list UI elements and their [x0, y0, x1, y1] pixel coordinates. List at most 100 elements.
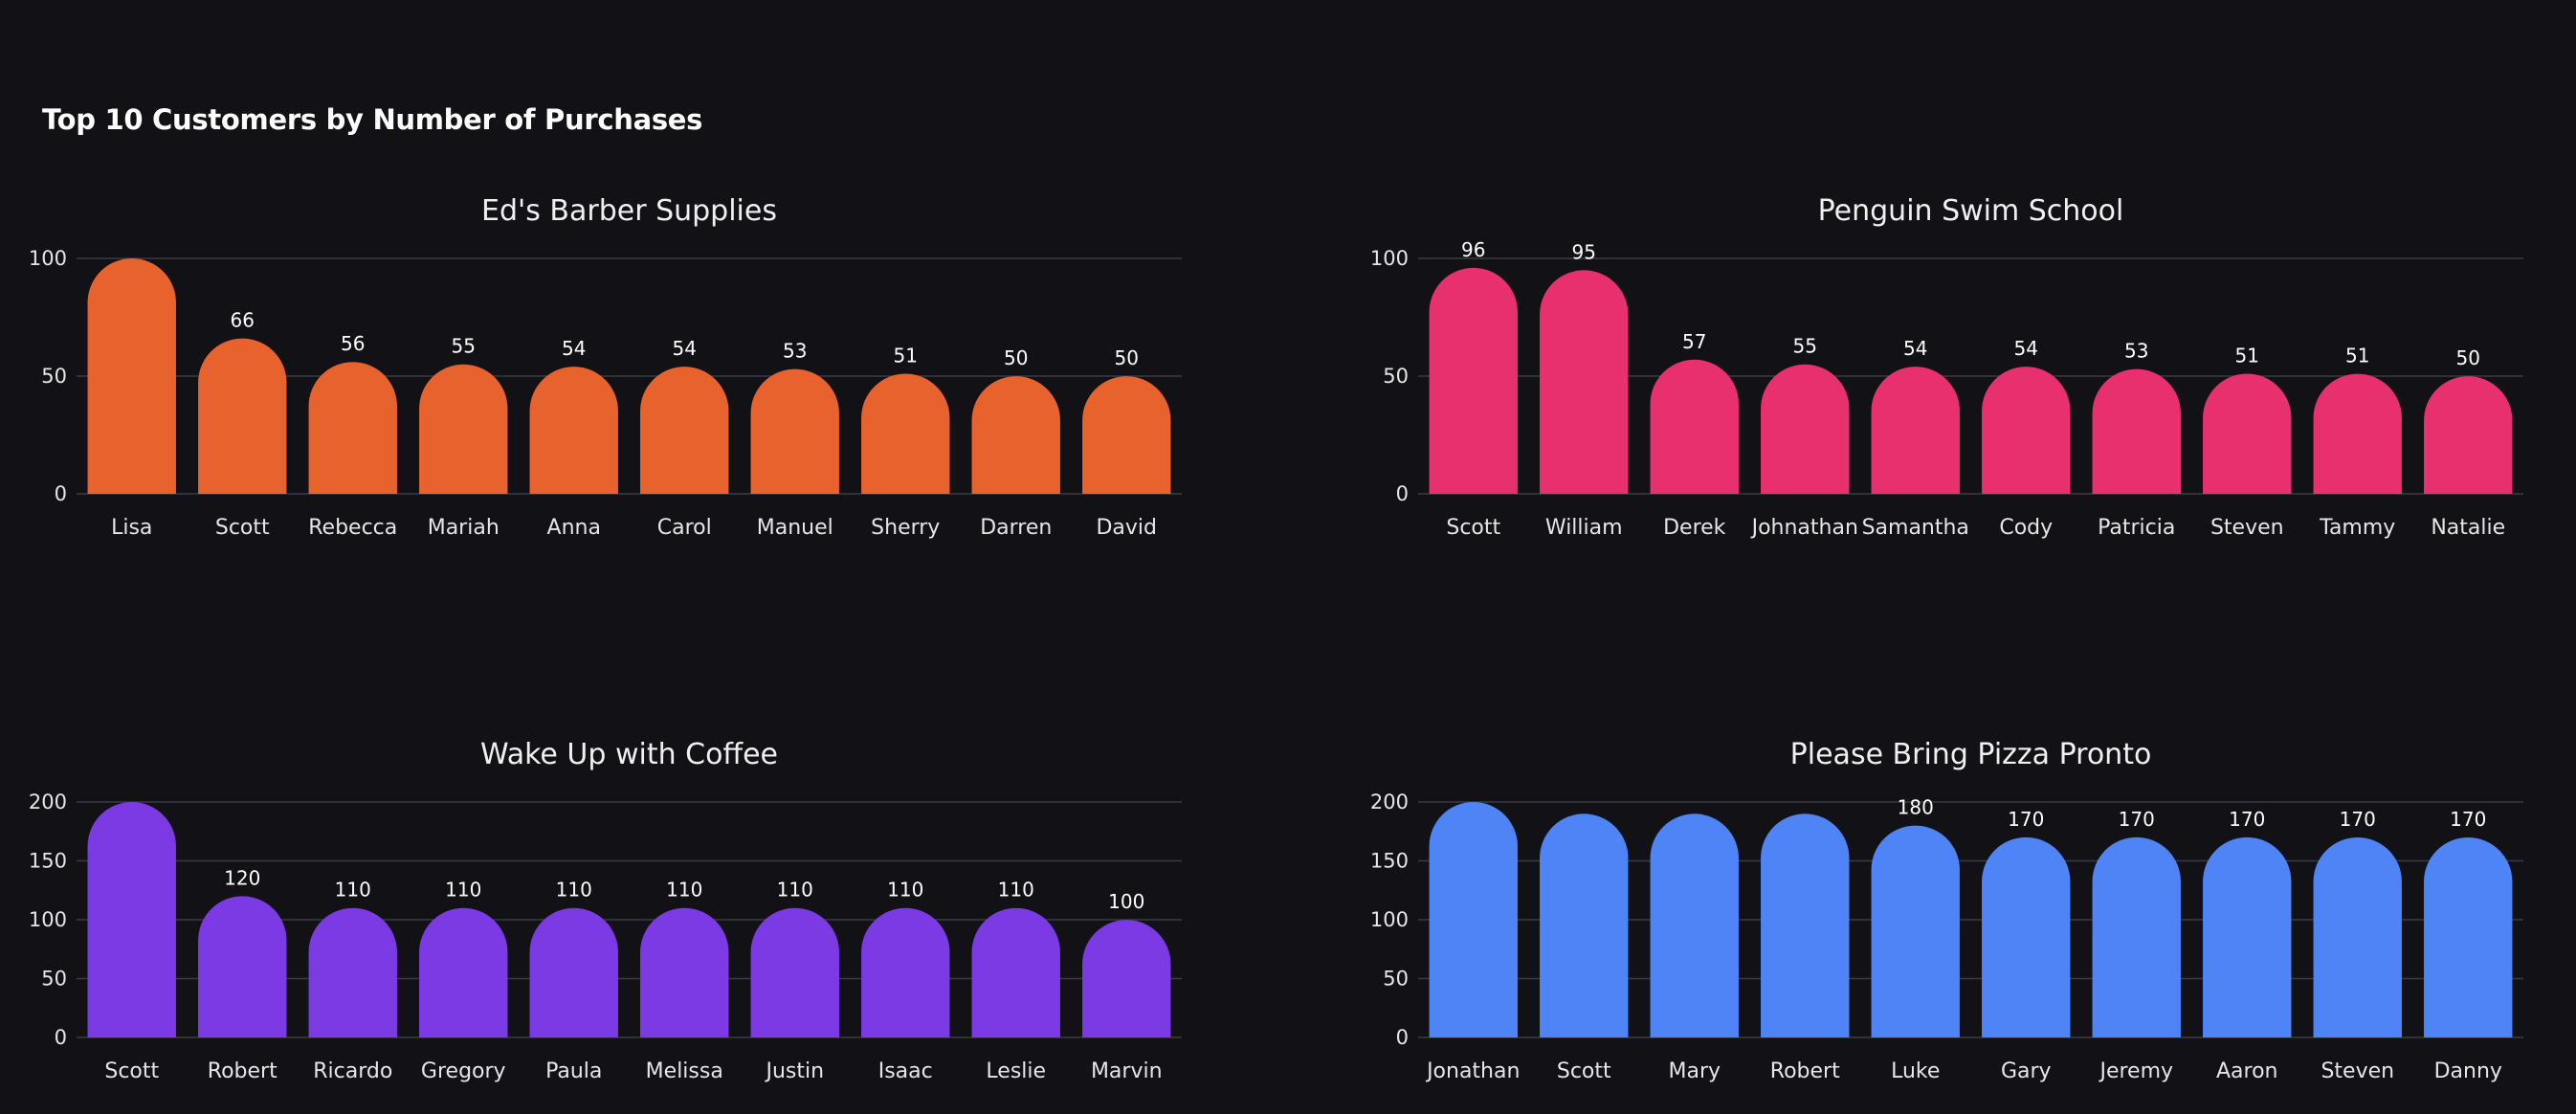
chart-svg: Ed's Barber Supplies 0 50 100 Lisa 66 Scott 56 R…: [29, 194, 1182, 540]
bar-patricia: [2092, 368, 2181, 494]
y-tick-label: 200: [29, 791, 67, 813]
data-label: 54: [1903, 337, 1927, 360]
x-tick-label: Samantha: [1862, 516, 1969, 540]
y-tick-label: 150: [29, 850, 67, 873]
data-label: 55: [1793, 335, 1817, 358]
data-label: 55: [452, 335, 476, 358]
chart-svg: Please Bring Pizza Pronto 0 50 100 150 200 Jon…: [1370, 738, 2523, 1083]
data-label: 95: [1572, 240, 1596, 263]
data-label: 170: [2008, 808, 2044, 831]
bar-steven: [2203, 373, 2292, 494]
bar-gary: [1982, 836, 2071, 1037]
data-label: 170: [2450, 808, 2486, 831]
data-label: 110: [666, 879, 702, 902]
data-label: 51: [894, 345, 918, 368]
data-label: 56: [341, 332, 365, 355]
x-tick-label: David: [1096, 516, 1157, 540]
x-tick-label: Natalie: [2431, 516, 2505, 540]
data-label: 50: [1004, 346, 1028, 369]
data-label: 110: [445, 879, 481, 902]
x-tick-label: Isaac: [878, 1059, 933, 1083]
x-tick-label: Manuel: [757, 516, 833, 540]
y-tick-label: 50: [41, 968, 67, 991]
y-tick-label: 0: [1396, 482, 1409, 505]
x-tick-label: Scott: [104, 1059, 159, 1083]
x-tick-label: Lisa: [111, 516, 152, 540]
x-tick-label: Gary: [2001, 1059, 2052, 1083]
chart-please-bring-pizza-pronto: Please Bring Pizza Pronto 0 50 100 150 200 Jon…: [1361, 716, 2576, 1083]
page-title: Top 10 Customers by Number of Purchases: [42, 103, 703, 136]
chart-title: Ed's Barber Supplies: [481, 194, 777, 228]
data-label: 53: [783, 340, 807, 363]
bar-mary: [1650, 813, 1739, 1037]
x-tick-label: Ricardo: [313, 1059, 392, 1083]
bar-rebecca: [308, 362, 397, 494]
bar-darren: [971, 376, 1060, 494]
chart-title: Penguin Swim School: [1818, 194, 2124, 228]
y-tick-label: 50: [41, 365, 67, 388]
bar-samantha: [1871, 367, 1960, 494]
chart-svg: Wake Up with Coffee 0 50 100 150 200 Scott 120 R…: [29, 738, 1182, 1083]
y-tick-label: 200: [1370, 791, 1409, 813]
bar-carol: [640, 367, 729, 494]
x-tick-label: Tammy: [2319, 516, 2395, 540]
x-tick-label: Anna: [547, 516, 601, 540]
x-tick-label: Scott: [1446, 516, 1500, 540]
bar-luke: [1871, 825, 1960, 1037]
data-label: 110: [556, 879, 592, 902]
bar-derek: [1650, 359, 1739, 494]
data-label: 96: [1461, 238, 1485, 261]
x-tick-label: Jeremy: [2098, 1059, 2173, 1083]
x-tick-label: Justin: [764, 1059, 824, 1083]
bar-natalie: [2424, 376, 2513, 494]
y-tick-label: 100: [29, 908, 67, 931]
x-tick-label: Marvin: [1091, 1059, 1163, 1083]
data-label: 180: [1898, 796, 1934, 819]
data-label: 170: [2119, 808, 2155, 831]
x-tick-label: Sherry: [871, 516, 940, 540]
x-tick-label: Mary: [1668, 1059, 1721, 1083]
x-tick-label: Scott: [215, 516, 270, 540]
bar-jonathan: [1429, 802, 1518, 1037]
bar-aaron: [2203, 836, 2292, 1037]
bar-johnathan: [1761, 364, 1850, 494]
bar-mariah: [419, 364, 508, 494]
bar-steven: [2313, 836, 2402, 1037]
bar-melissa: [640, 907, 729, 1037]
data-label: 50: [2456, 346, 2480, 369]
bar-gregory: [419, 907, 508, 1037]
chart-title: Wake Up with Coffee: [480, 738, 778, 771]
bar-scott: [1429, 267, 1518, 494]
bar-scott: [198, 338, 287, 494]
x-tick-label: Carol: [657, 516, 712, 540]
data-label: 100: [1108, 890, 1144, 913]
data-label: 170: [2340, 808, 2376, 831]
data-label: 51: [2345, 345, 2369, 368]
chart-svg: Penguin Swim School 0 50 100 96 Scott 95 Willia…: [1370, 194, 2523, 540]
chart-penguin-swim-school: Penguin Swim School 0 50 100 96 Scott 95 Willia…: [1361, 172, 2576, 540]
y-tick-label: 150: [1370, 850, 1409, 873]
data-label: 110: [887, 879, 923, 902]
data-label: 50: [1115, 346, 1139, 369]
bar-paula: [529, 907, 618, 1037]
bar-jeremy: [2092, 836, 2181, 1037]
data-label: 53: [2124, 340, 2148, 363]
x-tick-label: Leslie: [986, 1059, 1046, 1083]
x-tick-label: Steven: [2210, 516, 2284, 540]
y-tick-label: 0: [55, 1026, 67, 1049]
x-tick-label: Steven: [2321, 1059, 2394, 1083]
chart-wake-up-with-coffee: Wake Up with Coffee 0 50 100 150 200 Scott 120 R…: [19, 716, 1263, 1083]
data-label: 54: [562, 337, 586, 360]
data-label: 110: [335, 879, 371, 902]
y-tick-label: 50: [1383, 968, 1409, 991]
x-tick-label: Johnathan: [1750, 516, 1858, 540]
x-tick-label: William: [1545, 516, 1623, 540]
bar-manuel: [750, 368, 839, 494]
x-tick-label: Derek: [1663, 516, 1726, 540]
chart-title: Please Bring Pizza Pronto: [1790, 738, 2152, 771]
bar-danny: [2424, 836, 2513, 1037]
x-tick-label: Danny: [2434, 1059, 2502, 1083]
bar-cody: [1982, 367, 2071, 494]
y-tick-label: 50: [1383, 365, 1409, 388]
x-tick-label: Darren: [980, 516, 1052, 540]
